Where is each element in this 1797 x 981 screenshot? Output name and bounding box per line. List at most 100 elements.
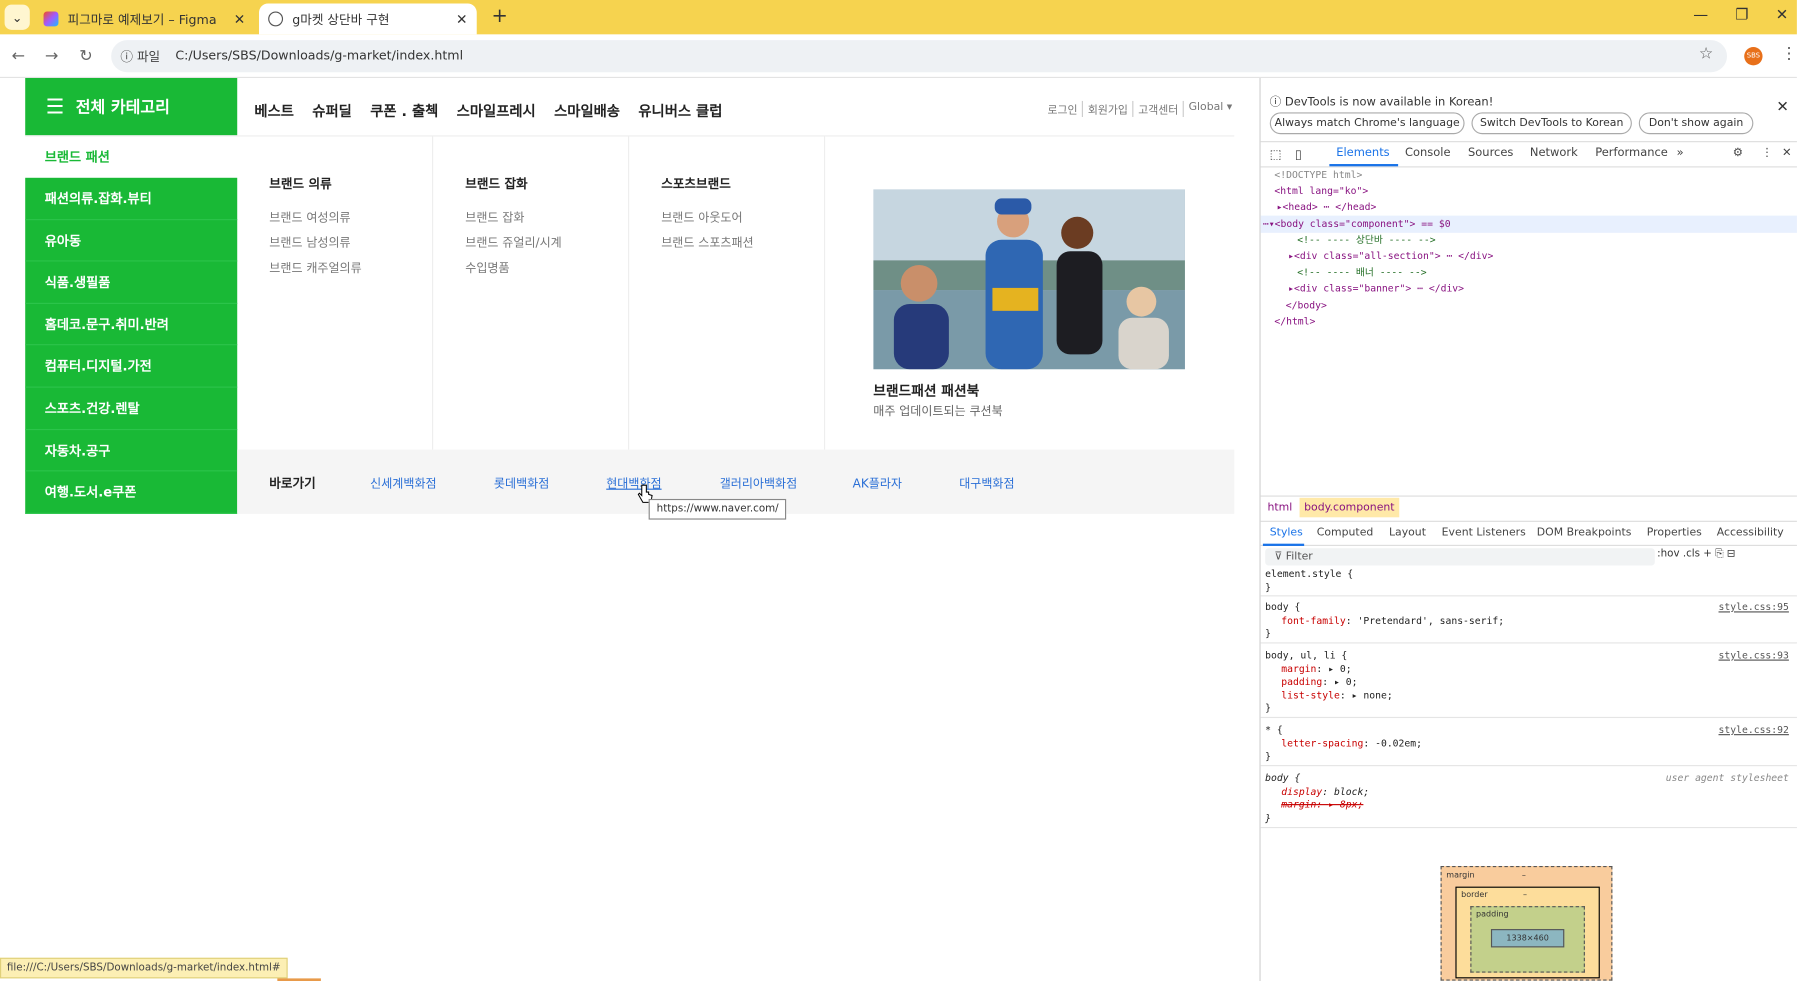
shortcut-hyundai[interactable]: 현대백화점 (606, 475, 661, 492)
breadcrumb-html[interactable]: html (1267, 501, 1292, 514)
subtab-properties[interactable]: Properties (1647, 526, 1702, 539)
tab-sources[interactable]: Sources (1468, 147, 1513, 160)
device-toggle-icon[interactable]: ▯ (1295, 147, 1302, 162)
profile-avatar[interactable]: SBS (1744, 47, 1763, 66)
gnb-coupon[interactable]: 쿠폰 . 출첵 (370, 99, 438, 121)
style-rule[interactable]: style.css:93 body, ul, li { margin: ▸ 0;… (1260, 650, 1797, 719)
category-item[interactable]: 홈데코.문구.취미.반려 (25, 304, 238, 346)
dom-node-comment[interactable]: <!-- ---- 배너 ---- --> (1297, 265, 1426, 281)
more-tabs-icon[interactable]: » (1677, 147, 1684, 160)
subtab-styles[interactable]: Styles (1270, 526, 1303, 539)
dom-node-html-close[interactable]: </html> (1274, 314, 1315, 330)
close-window-button[interactable]: ✕ (1771, 7, 1794, 24)
back-icon[interactable]: ← (7, 45, 30, 68)
category-item[interactable]: 컴퓨터.디지털.가전 (25, 346, 238, 388)
tab-network[interactable]: Network (1530, 147, 1578, 160)
tab-gmarket[interactable]: g마켓 상단바 구현 ✕ (258, 3, 477, 35)
mega-link[interactable]: 브랜드 여성의류 (269, 209, 432, 234)
dom-node-body-close[interactable]: </body> (1286, 298, 1327, 314)
rule-property[interactable]: list-style: ▸ none; (1265, 690, 1797, 703)
forward-icon[interactable]: → (40, 45, 63, 68)
tab-console[interactable]: Console (1405, 147, 1450, 160)
switch-korean-button[interactable]: Switch DevTools to Korean (1471, 112, 1632, 135)
gnb-best[interactable]: 베스트 (254, 99, 294, 121)
shortcut-shinsegae[interactable]: 신세계백화점 (370, 475, 436, 492)
category-item[interactable]: 여행.도서.e쿠폰 (25, 472, 238, 514)
category-item-brand-fashion[interactable]: 브랜드 패션 (25, 136, 238, 178)
rule-property[interactable]: letter-spacing: -0.02em; (1265, 738, 1797, 751)
category-item[interactable]: 패션의류.잡화.뷰티 (25, 178, 238, 220)
rule-source-link[interactable]: style.css:93 (1719, 650, 1789, 663)
address-bar[interactable]: ⓘ 파일 C:/Users/SBS/Downloads/g-market/ind… (111, 40, 1728, 73)
dom-node-html[interactable]: <html lang="ko"> (1274, 184, 1368, 200)
devtools-menu-icon[interactable]: ⋮ (1761, 147, 1772, 160)
rule-property[interactable]: font-family: 'Pretendard', sans-serif; (1265, 615, 1797, 628)
rule-property[interactable]: padding: ▸ 0; (1265, 677, 1797, 690)
new-tab-button[interactable]: + (488, 5, 511, 28)
gnb-smile-delivery[interactable]: 스마일배송 (554, 99, 620, 121)
match-language-button[interactable]: Always match Chrome's language (1269, 112, 1465, 135)
shortcut-ak-plaza[interactable]: AK플라자 (853, 475, 902, 492)
close-notice-icon[interactable]: ✕ (1776, 99, 1788, 116)
gnb-smile-fresh[interactable]: 스마일프레시 (457, 99, 536, 121)
style-rule[interactable]: element.style { } (1260, 569, 1797, 597)
global-dropdown[interactable]: Global ▾ (1184, 101, 1237, 117)
mega-link[interactable]: 수입명품 (465, 259, 628, 284)
rule-property[interactable]: display: block; (1265, 786, 1797, 799)
dom-node-div[interactable]: ▸<div class="banner"> ⋯ </div> (1288, 281, 1464, 297)
category-item[interactable]: 식품.생필품 (25, 262, 238, 304)
browser-menu-icon[interactable]: ⋮ (1781, 45, 1797, 63)
rule-source-link[interactable]: style.css:95 (1719, 602, 1789, 615)
customer-center-link[interactable]: 고객센터 (1134, 100, 1185, 117)
style-rule-user-agent[interactable]: user agent stylesheet body { display: bl… (1260, 773, 1797, 829)
banner-title[interactable]: 브랜드패션 패션북 (873, 381, 979, 400)
dom-node-div[interactable]: ▸<div class="all-section"> ⋯ </div> (1288, 249, 1493, 265)
category-item[interactable]: 유아동 (25, 220, 238, 262)
dom-node-comment[interactable]: <!-- ---- 상단바 ---- --> (1297, 233, 1435, 249)
rule-source-link[interactable]: style.css:92 (1719, 725, 1789, 738)
shortcut-daegu[interactable]: 대구백화점 (959, 475, 1014, 492)
bookmark-star-icon[interactable]: ☆ (1699, 45, 1713, 63)
mega-link[interactable]: 브랜드 잡화 (465, 209, 628, 234)
restore-button[interactable]: ❐ (1730, 7, 1753, 24)
filter-toolbar[interactable]: :hov .cls + ⎘ ⊟ (1657, 548, 1735, 559)
reload-icon[interactable]: ↻ (74, 45, 97, 68)
settings-gear-icon[interactable]: ⚙ (1733, 147, 1743, 160)
login-link[interactable]: 로그인 (1043, 100, 1084, 117)
style-rule[interactable]: style.css:92 * { letter-spacing: -0.02em… (1260, 725, 1797, 767)
url-text[interactable]: C:/Users/SBS/Downloads/g-market/index.ht… (175, 48, 463, 63)
subtab-event-listeners[interactable]: Event Listeners (1442, 526, 1526, 539)
shortcut-galleria[interactable]: 갤러리아백화점 (720, 475, 797, 492)
close-tab-icon[interactable]: ✕ (456, 11, 468, 27)
inspect-icon[interactable]: ⬚ (1270, 147, 1282, 162)
tab-search-icon[interactable]: ⌄ (4, 4, 30, 30)
tab-elements[interactable]: Elements (1336, 147, 1389, 160)
shortcut-lotte[interactable]: 롯데백화점 (494, 475, 549, 492)
dont-show-again-button[interactable]: Don't show again (1638, 112, 1754, 135)
breadcrumb-body[interactable]: body.component (1299, 497, 1400, 518)
minimize-button[interactable]: — (1689, 7, 1712, 24)
category-item[interactable]: 스포츠.건강.렌탈 (25, 388, 238, 430)
tab-performance[interactable]: Performance (1595, 147, 1668, 160)
close-devtools-icon[interactable]: ✕ (1782, 147, 1792, 160)
style-rule[interactable]: style.css:95 body { font-family: 'Preten… (1260, 602, 1797, 644)
subtab-accessibility[interactable]: Accessibility (1717, 526, 1784, 539)
tab-figma[interactable]: 피그마로 예제보기 – Figma ✕ (34, 3, 254, 34)
mega-link[interactable]: 브랜드 남성의류 (269, 234, 432, 259)
subtab-dom-breakpoints[interactable]: DOM Breakpoints (1537, 526, 1632, 539)
mega-link[interactable]: 브랜드 쥬얼리/시계 (465, 234, 628, 259)
rule-property[interactable]: margin: ▸ 0; (1265, 664, 1797, 677)
site-info-icon[interactable]: ⓘ 파일 (120, 47, 160, 65)
close-tab-icon[interactable]: ✕ (234, 11, 246, 27)
dom-node-doctype[interactable]: <!DOCTYPE html> (1274, 167, 1362, 183)
all-category-button[interactable]: ☰ 전체 카테고리 (25, 77, 238, 136)
rule-property-overridden[interactable]: margin: ▸ 8px; (1265, 799, 1797, 812)
styles-filter-input[interactable]: ⊽ Filter (1265, 548, 1655, 566)
mega-link[interactable]: 브랜드 스포츠패션 (661, 234, 824, 259)
category-item[interactable]: 자동차.공구 (25, 430, 238, 472)
subtab-layout[interactable]: Layout (1389, 526, 1426, 539)
gnb-superdeal[interactable]: 슈퍼딜 (312, 99, 352, 121)
dom-node-head[interactable]: ▸<head> ⋯ </head> (1277, 200, 1377, 216)
mega-link[interactable]: 브랜드 캐주얼의류 (269, 259, 432, 284)
gnb-universe-club[interactable]: 유니버스 클럽 (638, 99, 722, 121)
